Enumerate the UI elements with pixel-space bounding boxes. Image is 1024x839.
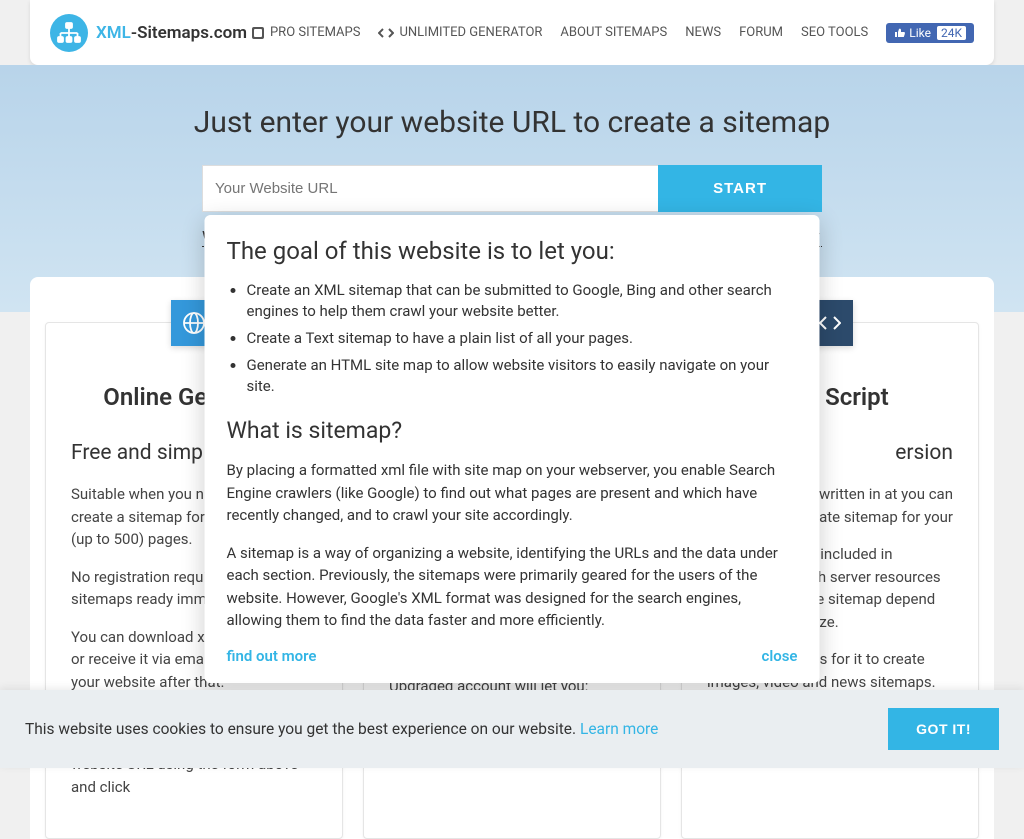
nav-seo[interactable]: SEO TOOLS <box>801 25 868 40</box>
fb-like-button[interactable]: Like24K <box>886 23 974 43</box>
nav-pro-sitemaps[interactable]: PRO SITEMAPS <box>251 25 360 40</box>
url-input[interactable] <box>202 165 658 212</box>
popover-subheading: What is sitemap? <box>227 417 798 444</box>
popover-text: A sitemap is a way of organizing a websi… <box>227 542 798 632</box>
start-button[interactable]: START <box>658 165 822 212</box>
logo-icon <box>50 14 88 52</box>
learn-more-link[interactable]: Learn more <box>580 720 658 738</box>
logo-text: XML-Sitemaps.com <box>96 23 247 43</box>
list-item: Create a Text sitemap to have a plain li… <box>247 328 798 349</box>
nav-unlimited[interactable]: UNLIMITED GENERATOR <box>378 25 542 40</box>
hero-title: Just enter your website URL to create a … <box>102 105 922 140</box>
popover-heading: The goal of this website is to let you: <box>227 237 798 265</box>
find-out-more-link[interactable]: find out more <box>227 647 317 665</box>
logo[interactable]: XML-Sitemaps.com <box>50 14 247 52</box>
popover-text: By placing a formatted xml file with sit… <box>227 459 798 527</box>
list-item: Create an XML sitemap that can be submit… <box>247 280 798 322</box>
nav-forum[interactable]: FORUM <box>739 25 783 40</box>
nav-news[interactable]: NEWS <box>685 25 721 40</box>
main-nav: PRO SITEMAPS UNLIMITED GENERATOR ABOUT S… <box>251 23 974 43</box>
why-sitemap-popover: The goal of this website is to let you: … <box>205 215 820 683</box>
header: XML-Sitemaps.com PRO SITEMAPS UNLIMITED … <box>30 0 994 65</box>
nav-about[interactable]: ABOUT SITEMAPS <box>560 25 667 40</box>
cookie-banner: This website uses cookies to ensure you … <box>0 690 1024 768</box>
list-item: Generate an HTML site map to allow websi… <box>247 355 798 397</box>
close-link[interactable]: close <box>762 647 798 665</box>
got-it-button[interactable]: GOT IT! <box>888 708 999 750</box>
cookie-text: This website uses cookies to ensure you … <box>25 720 658 738</box>
